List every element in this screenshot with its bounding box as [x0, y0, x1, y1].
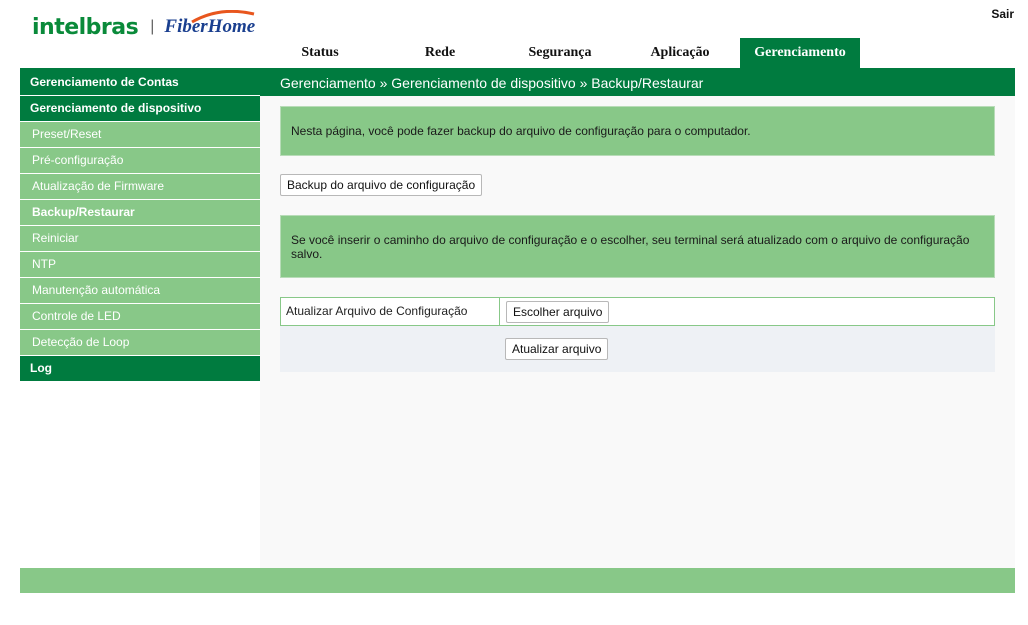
info-backup: Nesta página, você pode fazer backup do … [280, 106, 995, 156]
logout-link[interactable]: Sair [991, 7, 1014, 21]
update-actions-row: Atualizar arquivo [280, 326, 995, 372]
sidebar-item-pre-configuracao[interactable]: Pré-configuração [20, 148, 260, 174]
tab-status[interactable]: Status [260, 38, 380, 68]
sidebar-item-ntp[interactable]: NTP [20, 252, 260, 278]
info-backup-text: Nesta página, você pode fazer backup do … [291, 124, 751, 138]
sidebar-item-manutencao-automatica[interactable]: Manutenção automática [20, 278, 260, 304]
tab-rede[interactable]: Rede [380, 38, 500, 68]
sidebar-section-contas[interactable]: Gerenciamento de Contas [20, 70, 260, 96]
info-restore-text: Se você inserir o caminho do arquivo de … [291, 233, 970, 261]
top-navigation: Status Rede Segurança Aplicação Gerencia… [260, 38, 1015, 68]
info-restore: Se você inserir o caminho do arquivo de … [280, 215, 995, 278]
choose-file-button[interactable]: Escolher arquivo [506, 301, 610, 323]
sidebar-item-atualizacao-firmware[interactable]: Atualização de Firmware [20, 174, 260, 200]
sidebar: Gerenciamento de Contas Gerenciamento de… [20, 70, 260, 382]
tab-gerenciamento[interactable]: Gerenciamento [740, 38, 860, 68]
sidebar-section-dispositivo[interactable]: Gerenciamento de dispositivo [20, 96, 260, 122]
tab-aplicacao[interactable]: Aplicação [620, 38, 740, 68]
brand-separator: | [150, 18, 155, 35]
sidebar-item-controle-led[interactable]: Controle de LED [20, 304, 260, 330]
sidebar-section-log[interactable]: Log [20, 356, 260, 382]
brand-fiberhome: FiberHome [164, 10, 255, 38]
sidebar-item-backup-restaurar[interactable]: Backup/Restaurar [20, 200, 260, 226]
sidebar-item-deteccao-loop[interactable]: Detecção de Loop [20, 330, 260, 356]
backup-config-button[interactable]: Backup do arquivo de configuração [280, 174, 483, 196]
sidebar-item-reiniciar[interactable]: Reiniciar [20, 226, 260, 252]
update-file-button[interactable]: Atualizar arquivo [505, 338, 609, 360]
sidebar-item-preset-reset[interactable]: Preset/Reset [20, 122, 260, 148]
update-file-row: Atualizar Arquivo de Configuração Escolh… [280, 297, 995, 326]
tab-seguranca[interactable]: Segurança [500, 38, 620, 68]
brand-logo: intelbras | FiberHome [32, 10, 255, 42]
brand-intelbras: intelbras [32, 14, 139, 40]
update-file-label: Atualizar Arquivo de Configuração [281, 298, 500, 325]
breadcrumb: Gerenciamento » Gerenciamento de disposi… [280, 75, 704, 91]
footer-bar [20, 568, 1015, 593]
fiberhome-swoosh-icon [191, 10, 255, 24]
